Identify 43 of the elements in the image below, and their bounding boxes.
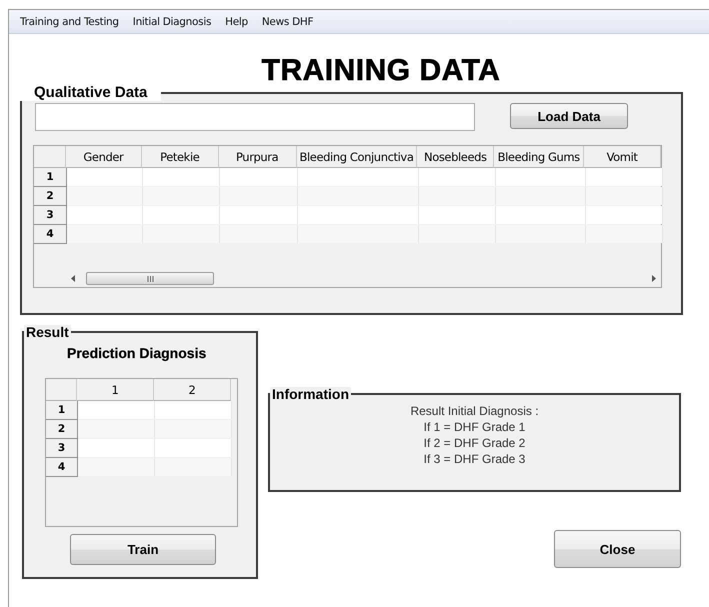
menu-item[interactable]: Training and Testing (13, 16, 126, 28)
column-header: Gender (66, 146, 142, 168)
table-row[interactable] (67, 168, 663, 186)
table-row[interactable] (67, 206, 663, 224)
column-header: Vomit (584, 146, 661, 168)
scrollbar-thumb[interactable] (86, 272, 214, 285)
group-title: Result (24, 325, 71, 339)
column-header: Purpura (218, 146, 297, 168)
row-header: 4 (34, 225, 67, 244)
page-title: TRAINING DATA (262, 55, 500, 87)
row-header: 2 (46, 420, 78, 439)
info-text: Result Initial Diagnosis : (410, 403, 539, 419)
info-text: If 1 = DHF Grade 1 (424, 419, 526, 435)
menu-item[interactable]: Help (218, 16, 255, 28)
table-row[interactable] (78, 420, 232, 438)
menu-item[interactable]: News DHF (254, 16, 320, 28)
table-row[interactable] (78, 439, 232, 457)
file-path-field[interactable] (35, 103, 475, 131)
column-header: 2 (154, 379, 231, 401)
train-button[interactable]: Train (70, 534, 216, 565)
group-title: Qualitative Data (20, 85, 162, 101)
close-button[interactable]: Close (554, 530, 681, 568)
column-header: 1 (77, 379, 154, 401)
table-row[interactable] (67, 187, 663, 205)
info-text: If 2 = DHF Grade 2 (424, 435, 526, 451)
table-row[interactable] (67, 225, 663, 243)
load-data-button[interactable]: Load Data (510, 103, 628, 129)
row-header: 1 (46, 401, 78, 420)
row-header: 3 (46, 439, 78, 458)
menu-item[interactable]: Initial Diagnosis (126, 16, 218, 28)
row-header: 4 (46, 458, 78, 477)
row-header: 2 (34, 187, 67, 206)
section-heading: Prediction Diagnosis (67, 345, 206, 361)
column-header: Bleeding Conjunctiva (296, 146, 418, 168)
info-text: If 3 = DHF Grade 3 (424, 451, 526, 467)
row-header: 3 (34, 206, 67, 225)
column-header: Nosebleeds (417, 146, 494, 168)
column-header: Petekie (142, 146, 219, 168)
column-header: Bleeding Gums (494, 146, 584, 168)
table-row[interactable] (78, 458, 232, 476)
table-row[interactable] (78, 401, 232, 419)
group-title: Information (270, 387, 351, 401)
row-header: 1 (34, 168, 67, 187)
